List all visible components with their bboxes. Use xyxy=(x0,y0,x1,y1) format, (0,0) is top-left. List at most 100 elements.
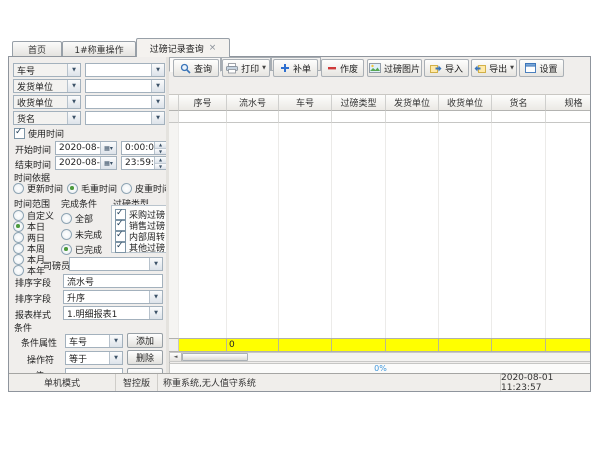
vehicle-field-selector[interactable]: 车号 ▼ xyxy=(13,63,81,77)
use-time-checkbox[interactable]: 使用时间 xyxy=(14,127,64,140)
chevron-down-icon[interactable]: ▼ xyxy=(109,352,122,364)
col-goods[interactable]: 货名 xyxy=(492,95,546,111)
receiver-field-selector[interactable]: 收货单位 ▼ xyxy=(13,95,81,109)
grid-filter-row[interactable] xyxy=(169,111,590,123)
start-date-picker[interactable]: 2020-08-01 ▦▾ xyxy=(55,141,117,155)
receiver-value-combo[interactable]: ▼ xyxy=(85,95,165,109)
scrollbar-thumb[interactable] xyxy=(182,353,248,361)
chevron-down-icon[interactable]: ▼ xyxy=(151,64,164,76)
settings-button[interactable]: 设置 xyxy=(519,59,564,77)
radio-icon[interactable] xyxy=(61,229,72,240)
weigher-combo[interactable]: ▼ xyxy=(69,257,163,271)
col-seq[interactable]: 序号 xyxy=(179,95,227,111)
radio-icon[interactable] xyxy=(13,265,24,276)
spinner-icon[interactable]: ▲▼ xyxy=(154,157,166,169)
vehicle-value-combo[interactable]: ▼ xyxy=(85,63,165,77)
print-button[interactable]: 打印 ▼ xyxy=(222,59,270,77)
main-window: 车号 ▼ ▼ 发货单位 ▼ ▼ 收货单位 ▼ ▼ 货名 ▼ ▼ xyxy=(8,56,591,392)
chevron-down-icon[interactable]: ▼ xyxy=(151,80,164,92)
calendar-icon[interactable]: ▦▾ xyxy=(100,142,116,154)
chevron-down-icon[interactable]: ▼ xyxy=(262,65,266,71)
void-button[interactable]: 作废 xyxy=(321,59,364,77)
radio-icon[interactable] xyxy=(67,183,78,194)
chevron-down-icon[interactable]: ▼ xyxy=(510,65,514,71)
scroll-left-icon[interactable]: ◄ xyxy=(170,353,182,361)
col-serial[interactable]: 流水号 xyxy=(227,95,279,111)
filter-cell[interactable] xyxy=(179,111,227,123)
check-other-weigh[interactable]: 其他过磅 xyxy=(115,241,165,254)
chevron-down-icon[interactable]: ▼ xyxy=(67,96,80,108)
sort-order-value: 升序 xyxy=(64,291,149,304)
grid-body[interactable] xyxy=(169,123,590,338)
col-shipper[interactable]: 发货单位 xyxy=(386,95,439,111)
tab-home[interactable]: 首页 xyxy=(12,41,62,57)
radio-comp-unfinished[interactable]: 未完成 xyxy=(61,228,102,241)
chevron-down-icon[interactable]: ▼ xyxy=(149,291,162,303)
col-weigh-type[interactable]: 过磅类型 xyxy=(332,95,386,111)
delete-condition-button[interactable]: 删除 xyxy=(127,350,163,365)
chevron-down-icon[interactable]: ▼ xyxy=(151,112,164,124)
operator-combo[interactable]: 等于 ▼ xyxy=(65,351,123,365)
radio-icon[interactable] xyxy=(13,183,24,194)
end-date-picker[interactable]: 2020-08-01 ▦▾ xyxy=(55,156,117,170)
status-datetime-label: 2020-08-01 11:23:57 xyxy=(501,373,590,393)
filter-cell[interactable] xyxy=(386,111,439,123)
end-time-field[interactable]: 23:59:59 ▲▼ xyxy=(121,156,167,170)
checkbox-icon[interactable] xyxy=(115,242,126,253)
chevron-down-icon[interactable]: ▼ xyxy=(67,80,80,92)
shipper-value-combo[interactable]: ▼ xyxy=(85,79,165,93)
delete-condition-label: 删除 xyxy=(136,351,154,364)
radio-comp-finished[interactable]: 已完成 xyxy=(61,243,102,256)
weigh-photos-button[interactable]: 过磅图片 xyxy=(367,59,422,77)
report-style-combo[interactable]: 1.明细报表1 ▼ xyxy=(63,306,163,320)
checkbox-icon[interactable] xyxy=(14,128,25,139)
filter-cell[interactable] xyxy=(439,111,492,123)
radio-icon[interactable] xyxy=(61,213,72,224)
chevron-down-icon[interactable]: ▼ xyxy=(67,112,80,124)
start-time-field[interactable]: 0:00:00 ▲▼ xyxy=(121,141,167,155)
filter-cell[interactable] xyxy=(279,111,332,123)
query-button[interactable]: 查询 xyxy=(173,59,219,77)
radio-icon[interactable] xyxy=(61,244,72,255)
radio-tare-time[interactable]: 皮重时间 xyxy=(121,182,171,195)
col-receiver[interactable]: 收货单位 xyxy=(439,95,492,111)
col-vehicle[interactable]: 车号 xyxy=(279,95,332,111)
filter-cell[interactable] xyxy=(332,111,386,123)
horizontal-scrollbar[interactable]: ◄ xyxy=(169,352,590,362)
goods-value-combo[interactable]: ▼ xyxy=(85,111,165,125)
radio-comp-all[interactable]: 全部 xyxy=(61,212,93,225)
radio-icon[interactable] xyxy=(121,183,132,194)
sort-order-combo[interactable]: 升序 ▼ xyxy=(63,290,163,304)
chevron-down-icon[interactable]: ▼ xyxy=(67,64,80,76)
status-mode: 单机模式 xyxy=(9,374,116,391)
progress-label: 0% xyxy=(374,364,387,373)
printer-icon xyxy=(226,63,238,74)
start-time-label: 开始时间 xyxy=(15,143,51,156)
sort-field-value: 流水号 xyxy=(64,275,162,288)
sort-field-input[interactable]: 流水号 xyxy=(63,274,163,288)
tab-record-query[interactable]: 过磅记录查询 × xyxy=(136,38,230,57)
condition-attr-combo[interactable]: 车号 ▼ xyxy=(65,334,123,348)
chevron-down-icon[interactable]: ▼ xyxy=(149,258,162,270)
spinner-icon[interactable]: ▲▼ xyxy=(154,142,166,154)
radio-gross-time-label: 毛重时间 xyxy=(81,182,117,195)
radio-update-time[interactable]: 更新时间 xyxy=(13,182,63,195)
chevron-down-icon[interactable]: ▼ xyxy=(151,96,164,108)
goods-field-selector[interactable]: 货名 ▼ xyxy=(13,111,81,125)
filter-cell[interactable] xyxy=(492,111,546,123)
col-spec[interactable]: 规格 xyxy=(546,95,590,111)
export-button[interactable]: 导出 ▼ xyxy=(471,59,517,77)
receiver-field-label: 收货单位 xyxy=(14,96,67,109)
filter-cell[interactable] xyxy=(227,111,279,123)
add-condition-button[interactable]: 添加 xyxy=(127,333,163,348)
shipper-field-selector[interactable]: 发货单位 ▼ xyxy=(13,79,81,93)
radio-gross-time[interactable]: 毛重时间 xyxy=(67,182,117,195)
filter-cell[interactable] xyxy=(546,111,590,123)
chevron-down-icon[interactable]: ▼ xyxy=(149,307,162,319)
tab-weighing-operation[interactable]: 1#称重操作 xyxy=(62,41,136,57)
supplement-button[interactable]: 补单 xyxy=(273,59,318,77)
chevron-down-icon[interactable]: ▼ xyxy=(109,335,122,347)
close-icon[interactable]: × xyxy=(209,44,217,53)
calendar-icon[interactable]: ▦▾ xyxy=(100,157,116,169)
import-button[interactable]: 导入 xyxy=(424,59,469,77)
